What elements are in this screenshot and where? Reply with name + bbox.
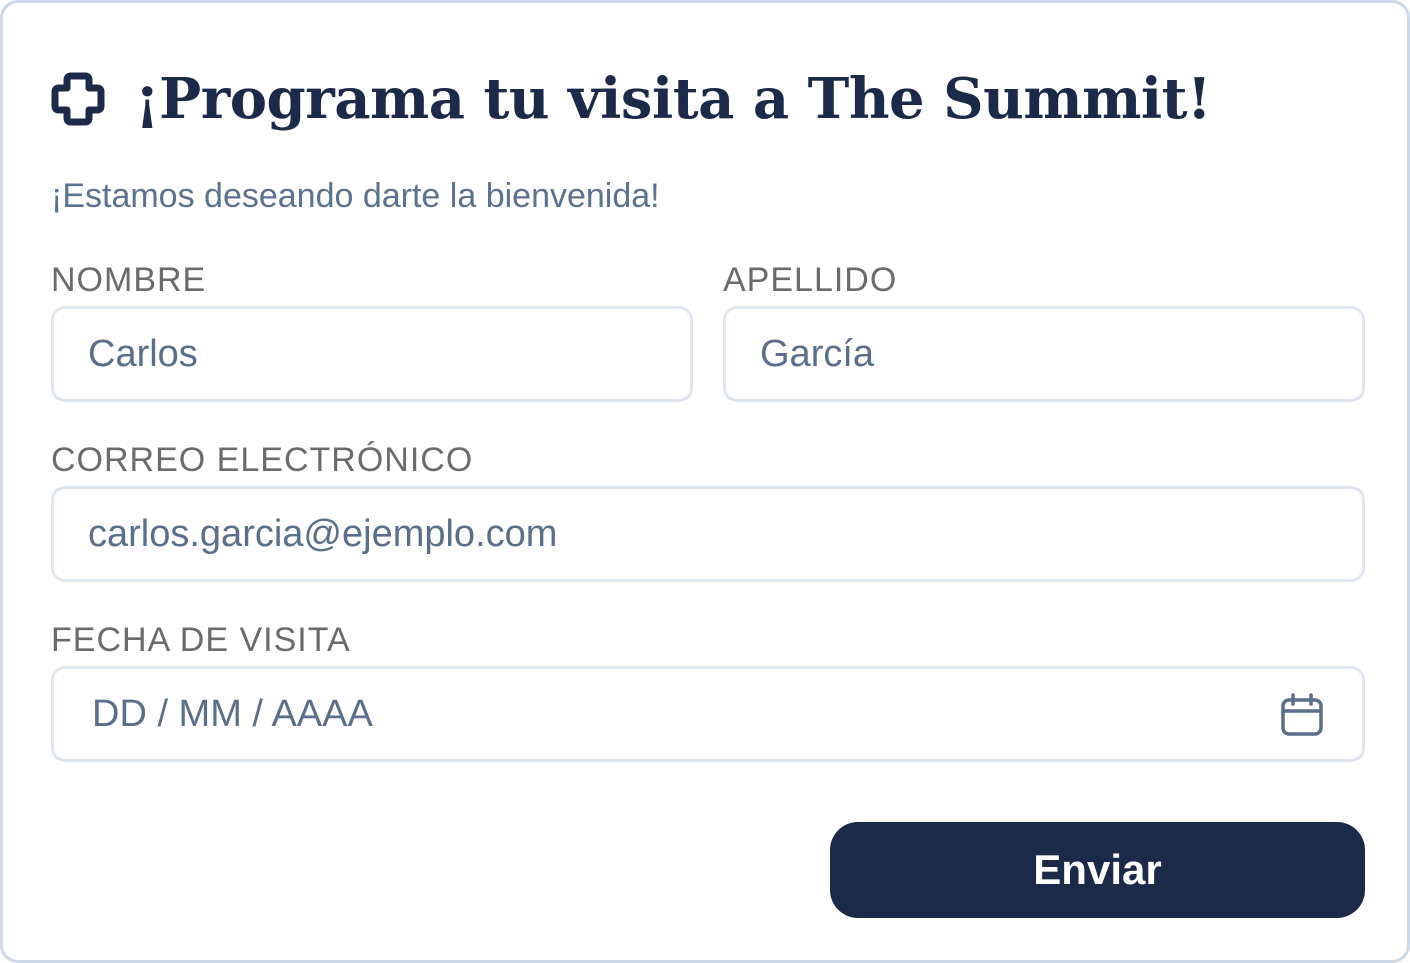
page-subtitle: ¡Estamos deseando darte la bienvenida! bbox=[51, 177, 660, 215]
last-name-value: García bbox=[760, 332, 875, 375]
form-header: ¡Programa tu visita a The Summit! bbox=[51, 59, 1212, 139]
visit-form-card: ¡Programa tu visita a The Summit! ¡Estam… bbox=[0, 0, 1410, 963]
email-value: carlos.garcia@ejemplo.com bbox=[88, 512, 558, 555]
email-field[interactable]: carlos.garcia@ejemplo.com bbox=[51, 486, 1365, 582]
last-name-field[interactable]: García bbox=[723, 306, 1365, 402]
first-name-label: NOMBRE bbox=[51, 261, 207, 299]
page-title: ¡Programa tu visita a The Summit! bbox=[135, 66, 1212, 132]
plus-outline-icon bbox=[51, 72, 105, 126]
visit-date-field[interactable]: DD / MM / AAAA bbox=[51, 666, 1365, 762]
visit-date-label: FECHA DE VISITA bbox=[51, 621, 351, 659]
last-name-label: APELLIDO bbox=[723, 261, 898, 299]
submit-button[interactable]: Enviar bbox=[830, 822, 1365, 918]
first-name-value: Carlos bbox=[88, 332, 198, 375]
first-name-field[interactable]: Carlos bbox=[51, 306, 693, 402]
visit-date-placeholder: DD / MM / AAAA bbox=[92, 692, 373, 735]
email-label: CORREO ELECTRÓNICO bbox=[51, 441, 474, 479]
calendar-icon[interactable] bbox=[1280, 693, 1324, 737]
